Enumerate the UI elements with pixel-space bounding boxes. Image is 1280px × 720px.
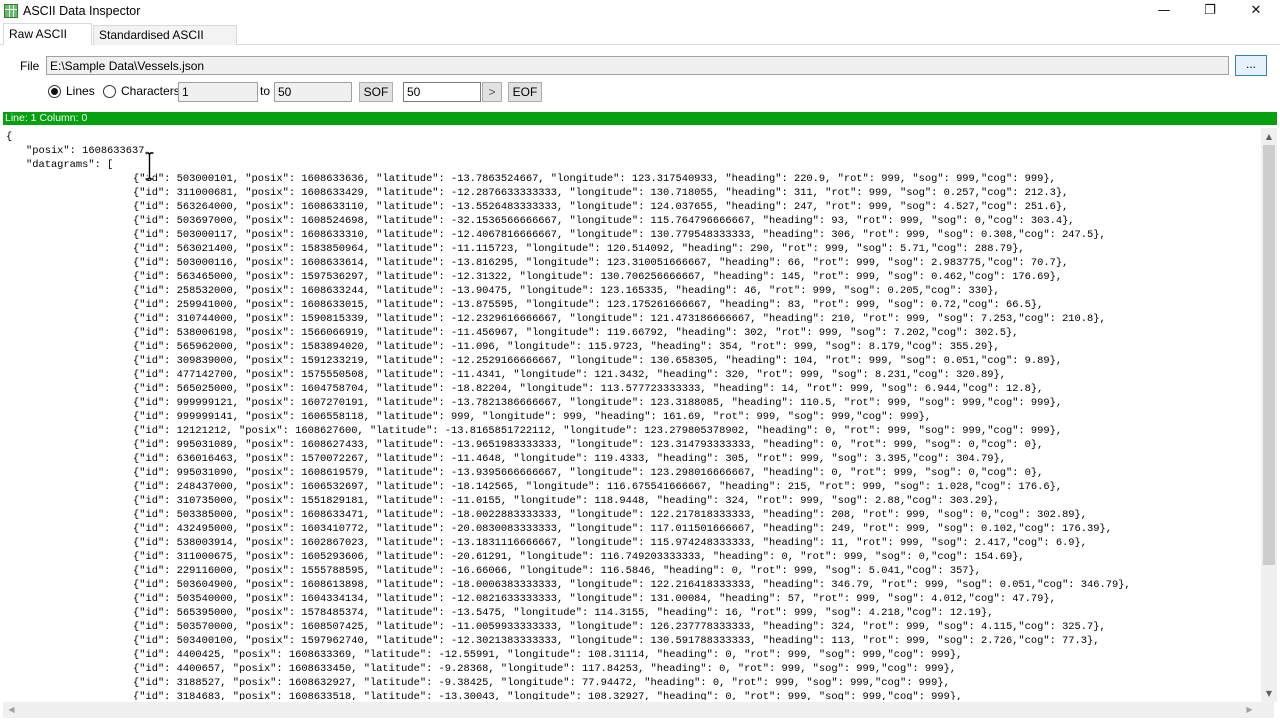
code-line: {"id": 3188527, "posix": 1608632927, "la… (133, 677, 950, 689)
text-cursor-icon (145, 152, 154, 180)
file-path-input[interactable] (46, 56, 1229, 75)
code-line: {"id": 3184683, "posix": 1608633518, "la… (133, 691, 963, 700)
code-line: {"id": 563264000, "posix": 1608633110, "… (133, 201, 1069, 213)
code-line: {"id": 565395000, "posix": 1578485374, "… (133, 607, 994, 619)
code-line: "datagrams": [ (26, 159, 114, 171)
code-line: {"id": 258532000, "posix": 1608633244, "… (133, 285, 1000, 297)
code-line: {"id": 503000116, "posix": 1608633614, "… (133, 257, 1069, 269)
lines-radio[interactable] (48, 85, 61, 98)
code-line: {"id": 563465000, "posix": 1597536297, "… (133, 271, 1063, 283)
code-line: {"id": 636016463, "posix": 1570072267, "… (133, 453, 1006, 465)
code-line: {"id": 999999141, "posix": 1606558118, "… (133, 411, 932, 423)
range-to-label: to (260, 84, 271, 98)
maximize-button[interactable]: ❐ (1187, 0, 1233, 23)
window-title: ASCII Data Inspector (23, 4, 141, 18)
close-button[interactable]: ✕ (1233, 0, 1279, 23)
lines-radio-label: Lines (66, 84, 95, 98)
code-line: {"id": 538003914, "posix": 1602867023, "… (133, 537, 1088, 549)
minimize-button[interactable]: — (1141, 0, 1187, 23)
raw-text-viewer[interactable]: { "posix": 1608633637, "datagrams": [ {"id"… (3, 128, 1277, 702)
code-line: {"id": 995031090, "posix": 1608619579, "… (133, 467, 1044, 479)
tab-raw-ascii-data[interactable]: Raw ASCII Data (3, 23, 92, 61)
characters-radio[interactable] (103, 85, 116, 98)
code-line: {"id": 565025000, "posix": 1604758704, "… (133, 383, 1044, 395)
scroll-up-icon[interactable]: ▲ (1261, 128, 1277, 145)
title-bar: ASCII Data Inspector — ❐ ✕ (0, 0, 1280, 23)
scroll-left-icon[interactable]: ◀ (3, 702, 20, 718)
horizontal-scrollbar[interactable]: ◀ ▶ (3, 702, 1258, 718)
code-line: {"id": 259941000, "posix": 1608633015, "… (133, 299, 1044, 311)
code-line: {"id": 311000675, "posix": 1605293606, "… (133, 551, 1025, 563)
code-line: {"id": 503000117, "posix": 1608633310, "… (133, 229, 1106, 241)
sof-button[interactable]: SOF (359, 82, 393, 102)
scrollbar-corner (1258, 702, 1274, 718)
code-line: {"id": 311000681, "posix": 1608633429, "… (133, 187, 1069, 199)
code-line: {"id": 503697000, "posix": 1608524698, "… (133, 215, 1075, 227)
code-line: {"id": 995031089, "posix": 1608627433, "… (133, 439, 1044, 451)
raw-text-content[interactable]: { "posix": 1608633637, "datagrams": [ {"id"… (6, 130, 1260, 700)
code-line: "posix": 1608633637, (26, 145, 151, 157)
code-line: {"id": 248437000, "posix": 1606532697, "… (133, 481, 1063, 493)
code-line: {"id": 432495000, "posix": 1603410772, "… (133, 523, 1112, 535)
code-line: {"id": 563021400, "posix": 1583850964, "… (133, 243, 1025, 255)
file-label: File (20, 59, 40, 73)
code-line: {"id": 229116000, "posix": 1555788595, "… (133, 565, 982, 577)
code-line: {"id": 503000101, "posix": 1608633636, "… (133, 173, 1056, 185)
scroll-down-icon[interactable]: ▼ (1261, 685, 1277, 702)
tab-strip: Raw ASCII Data Standardised ASCII CSV Fi… (0, 23, 1280, 61)
code-line: {"id": 565962000, "posix": 1583894020, "… (133, 341, 1000, 353)
scroll-right-icon[interactable]: ▶ (1241, 702, 1258, 718)
vertical-scroll-thumb[interactable] (1263, 145, 1275, 565)
code-line: {"id": 503570000, "posix": 1608507425, "… (133, 621, 1106, 633)
code-line: {"id": 4400425, "posix": 1608633369, "la… (133, 649, 963, 661)
code-line: {"id": 309839000, "posix": 1591233219, "… (133, 355, 1063, 367)
code-line: {"id": 538006198, "posix": 1566066919, "… (133, 327, 1019, 339)
code-line: {"id": 12121212, "posix": 1608627600, "l… (133, 425, 1063, 437)
code-line: {"id": 503540000, "posix": 1604334134, "… (133, 593, 1056, 605)
code-line: {"id": 503400100, "posix": 1597962740, "… (133, 635, 1100, 647)
code-line: {"id": 503604900, "posix": 1608613898, "… (133, 579, 1131, 591)
code-line: {"id": 310735000, "posix": 1551829181, "… (133, 495, 1000, 507)
code-line: {"id": 310744000, "posix": 1590815339, "… (133, 313, 1106, 325)
range-to-input[interactable] (274, 82, 352, 102)
characters-radio-label: Characters (121, 84, 180, 98)
tab-standardised-csv[interactable]: Standardised ASCII CSV File (93, 25, 237, 60)
page-size-input[interactable] (403, 82, 481, 102)
next-page-button[interactable]: > (482, 82, 502, 102)
code-line: {"id": 999999121, "posix": 1607270191, "… (133, 397, 1063, 409)
code-line: {"id": 503385000, "posix": 1608633471, "… (133, 509, 1088, 521)
vertical-scrollbar[interactable]: ▲ ▼ (1261, 128, 1277, 702)
code-line: {"id": 477142700, "posix": 1575550508, "… (133, 369, 1006, 381)
browse-button[interactable]: ... (1235, 55, 1267, 76)
eof-button[interactable]: EOF (508, 82, 542, 102)
code-line: { (6, 131, 13, 143)
code-line: {"id": 4400657, "posix": 1608633450, "la… (133, 663, 957, 675)
spreadsheet-icon (4, 4, 18, 18)
range-from-input[interactable] (178, 82, 258, 102)
cursor-status-bar: Line: 1 Column: 0 (3, 112, 1277, 125)
